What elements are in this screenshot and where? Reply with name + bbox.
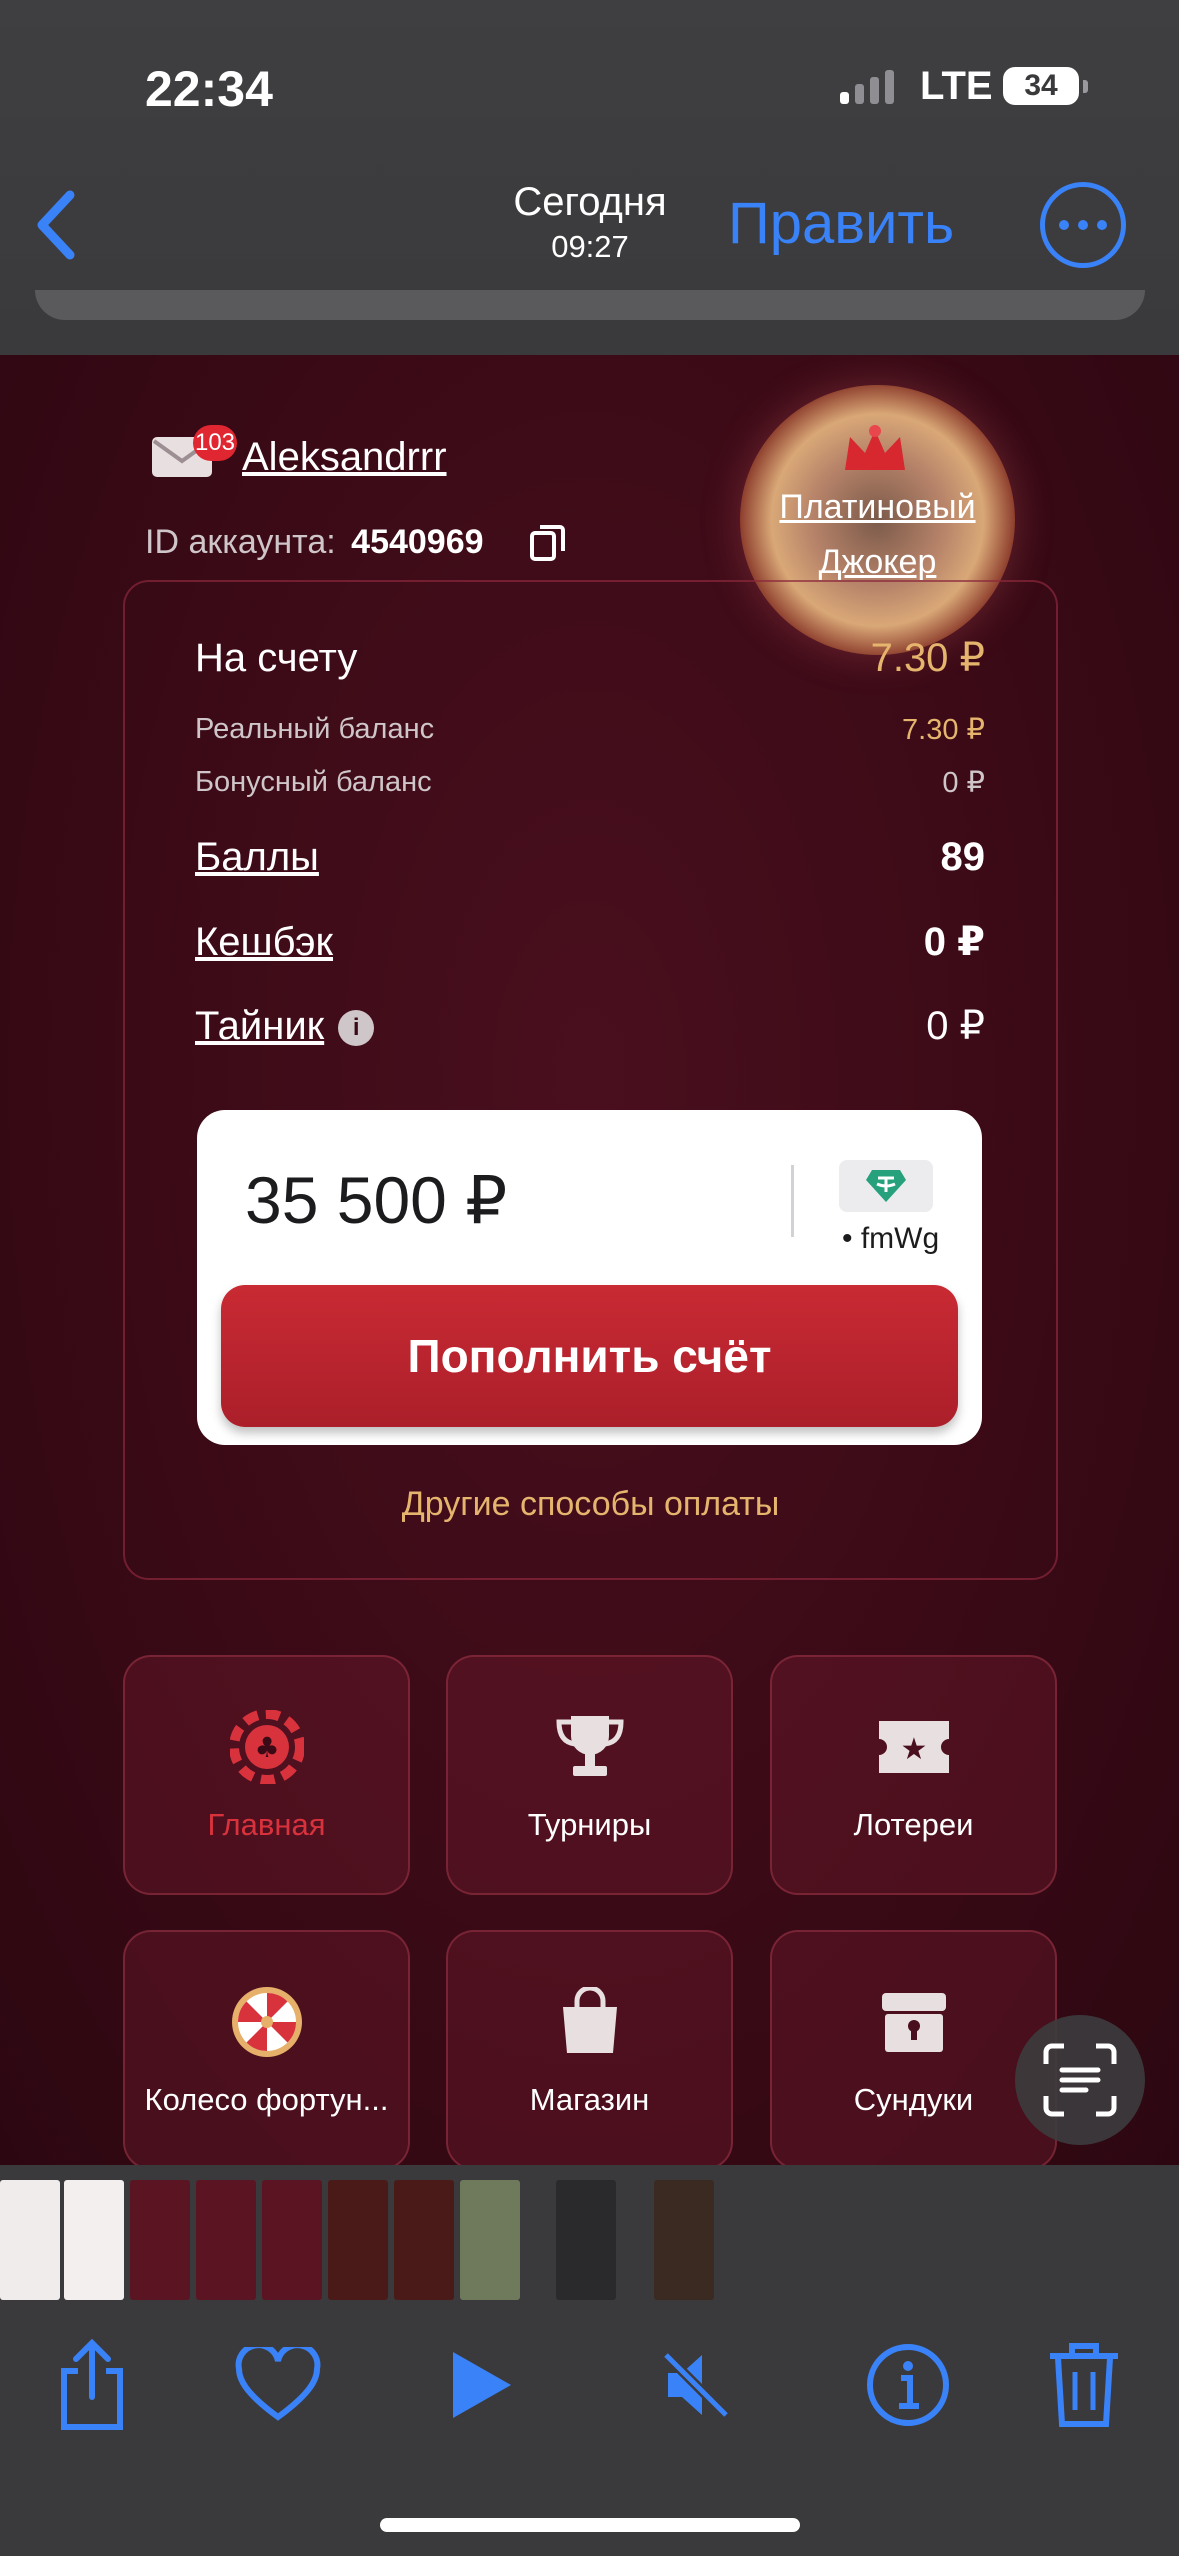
share-button[interactable] [42,2335,142,2435]
delete-button[interactable] [1034,2335,1134,2435]
real-balance-row: Реальный баланс 7.30 ₽ [195,712,985,747]
play-button[interactable] [430,2335,530,2435]
chevron-left-icon [37,190,75,260]
menu-tile-shop[interactable]: Магазин [446,1930,733,2165]
signal-strength-icon [840,70,894,104]
poker-chip-icon: ♣ [227,1707,307,1787]
edit-button[interactable]: Править [728,190,954,257]
tether-icon[interactable] [839,1160,933,1212]
points-link[interactable]: Баллы [195,835,319,880]
more-button[interactable] [1040,182,1126,268]
crown-icon [845,425,905,470]
menu-tile-fortune-wheel[interactable]: Колесо фортун... [123,1930,410,2165]
nav-date: Сегодня [513,180,667,224]
stash-row: Тайник i 0 ₽ [195,1003,985,1049]
menu-label: Турниры [527,1807,652,1842]
on-account-label: На счету [195,635,358,680]
shopping-bag-icon [550,1982,630,2062]
deposit-button[interactable]: Пополнить счёт [221,1285,958,1427]
real-balance-value: 7.30 ₽ [902,714,985,746]
thumbnail-strip[interactable] [0,2165,1179,2315]
back-button[interactable] [20,180,90,270]
info-circle-icon [867,2344,949,2426]
mute-button[interactable] [646,2335,746,2435]
mail-badge: 103 [193,425,237,461]
network-type: LTE [920,64,993,108]
menu-tile-lotteries[interactable]: ★ Лотереи [770,1655,1057,1895]
thumbnail[interactable] [64,2180,124,2300]
thumbnail[interactable] [0,2180,60,2300]
ellipsis-circle-icon [1059,220,1069,230]
thumbnail[interactable] [196,2180,256,2300]
level-name: Платиновый Джокер [779,488,976,581]
bonus-balance-row: Бонусный баланс 0 ₽ [195,765,985,800]
deposit-card: 35 500 ₽ • fmWg Пополнить счёт [197,1110,982,1445]
points-value: 89 [940,835,986,879]
other-payment-methods-link[interactable]: Другие способы оплаты [123,1485,1058,1524]
on-account-value: 7.30 ₽ [870,636,985,680]
photo-content: 103 Aleksandrrr ID аккаунта: 4540969 Пла… [0,355,1179,2165]
divider [791,1165,794,1237]
live-text-button[interactable] [1015,2015,1145,2145]
trash-icon [1050,2343,1118,2427]
thumbnail[interactable] [654,2180,714,2300]
text-scan-icon [1043,2043,1117,2117]
heart-icon [235,2347,321,2421]
photo-viewer-header: 22:34 LTE 34 Сегодня 09:27 Править [0,0,1179,355]
thumbnail[interactable] [394,2180,454,2300]
previous-photo-edge [35,290,1145,320]
cashback-row: Кешбэк 0 ₽ [195,919,985,965]
ticket-icon: ★ [874,1707,954,1787]
cashback-link[interactable]: Кешбэк [195,920,333,965]
menu-tile-chests[interactable]: Сундуки [770,1930,1057,2165]
wallet-suffix: • fmWg [842,1222,940,1255]
nav-title: Сегодня 09:27 [440,180,740,265]
speaker-muted-icon [662,2351,730,2419]
stash-link[interactable]: Тайник [195,1004,324,1048]
info-icon[interactable]: i [338,1009,375,1046]
home-indicator[interactable] [380,2518,800,2532]
favorite-button[interactable] [228,2335,328,2435]
chest-icon [874,1982,954,2062]
info-button[interactable] [858,2335,958,2435]
thumbnail[interactable] [460,2180,520,2300]
svg-text:★: ★ [900,1732,927,1767]
account-id-value: 4540969 [351,523,484,561]
menu-label: Магазин [529,2082,650,2117]
battery-indicator: 34 [1003,67,1088,105]
play-icon [453,2352,511,2418]
stash-value: 0 ₽ [926,1004,985,1048]
copy-icon[interactable] [528,523,568,563]
account-id: ID аккаунта: 4540969 [145,523,484,562]
thumbnail[interactable] [556,2180,616,2300]
thumbnail[interactable] [130,2180,190,2300]
deposit-amount-input[interactable]: 35 500 ₽ [245,1162,507,1239]
username-link[interactable]: Aleksandrrr [242,435,447,480]
menu-label: Главная [207,1807,326,1842]
status-time: 22:34 [145,61,273,117]
menu-label: Сундуки [853,2082,974,2117]
menu-label: Колесо фортун... [144,2082,389,2117]
menu-label: Лотереи [853,1807,974,1842]
menu-tile-tournaments[interactable]: Турниры [446,1655,733,1895]
svg-text:♣: ♣ [254,1731,279,1764]
bonus-balance-value: 0 ₽ [942,767,985,799]
real-balance-label: Реальный баланс [195,713,435,745]
account-id-label: ID аккаунта: [145,523,336,561]
menu-tile-home[interactable]: ♣ Главная [123,1655,410,1895]
share-icon [61,2338,123,2430]
on-account-row: На счету 7.30 ₽ [195,635,985,681]
bonus-balance-label: Бонусный баланс [195,766,432,798]
fortune-wheel-icon [227,1982,307,2062]
thumbnail[interactable] [328,2180,388,2300]
cashback-value: 0 ₽ [923,920,985,964]
nav-time: 09:27 [551,229,629,264]
thumbnail[interactable] [262,2180,322,2300]
trophy-icon [550,1707,630,1787]
points-row: Баллы 89 [195,835,985,880]
